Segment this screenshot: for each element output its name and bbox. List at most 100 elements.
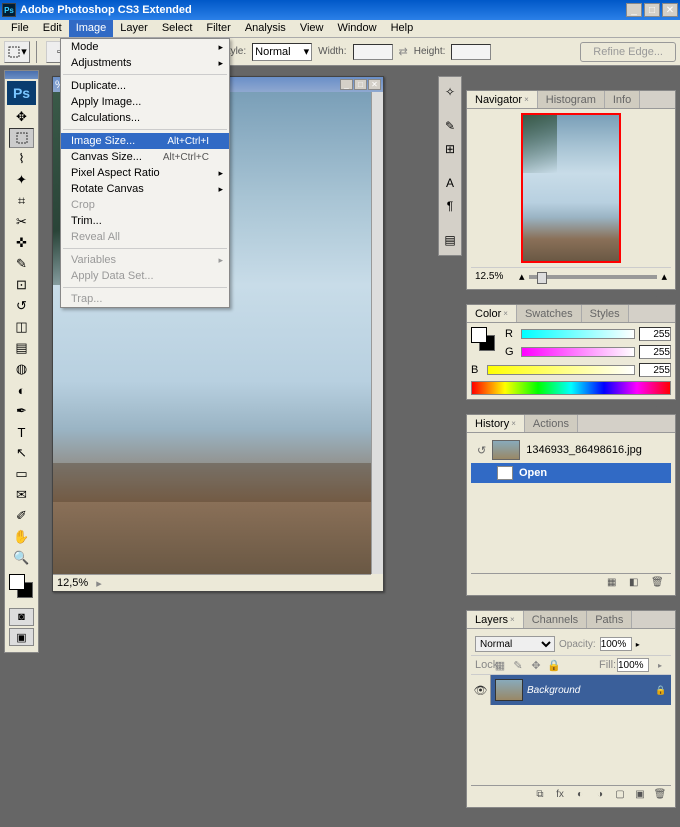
swap-wh-icon[interactable]: ⇄ — [399, 45, 408, 58]
stamp-tool[interactable]: ⊡ — [9, 275, 34, 295]
menu-rotate-canvas[interactable]: Rotate Canvas — [61, 181, 229, 197]
adjustment-layer-icon[interactable]: ◑ — [593, 789, 607, 800]
b-slider[interactable] — [487, 365, 635, 375]
menu-mode[interactable]: Mode — [61, 39, 229, 55]
lock-paint-icon[interactable]: ✎ — [511, 659, 525, 672]
menu-file[interactable]: File — [4, 20, 36, 37]
nav-zoom-value[interactable]: 12.5% — [475, 271, 515, 282]
delete-state-icon[interactable]: 🗑 — [651, 577, 665, 589]
path-tool[interactable]: ↖ — [9, 443, 34, 463]
height-input[interactable] — [451, 44, 491, 60]
b-input[interactable] — [639, 363, 671, 377]
history-state-open[interactable]: ▢ Open — [471, 463, 671, 483]
menu-analysis[interactable]: Analysis — [238, 20, 293, 37]
panel-close-icon[interactable]: × — [665, 77, 675, 87]
screenmode-toggle[interactable]: ▣ — [9, 628, 34, 646]
history-brush-tool[interactable]: ↺ — [9, 296, 34, 316]
doc-close[interactable]: ✕ — [368, 79, 381, 90]
panel-close-icon[interactable]: × — [665, 291, 675, 301]
notes-tool[interactable]: ✉ — [9, 485, 34, 505]
new-layer-icon[interactable]: ▣ — [633, 789, 647, 800]
lock-move-icon[interactable]: ✥ — [529, 659, 543, 672]
menu-duplicate[interactable]: Duplicate... — [61, 78, 229, 94]
doc-maximize[interactable]: □ — [354, 79, 367, 90]
menu-help[interactable]: Help — [384, 20, 421, 37]
tab-color[interactable]: Color× — [467, 305, 517, 322]
r-slider[interactable] — [521, 329, 635, 339]
tab-layers[interactable]: Layers× — [467, 611, 524, 628]
move-tool[interactable]: ✥ — [9, 107, 34, 127]
brush-tool[interactable]: ✎ — [9, 254, 34, 274]
menu-window[interactable]: Window — [330, 20, 383, 37]
lock-transparent-icon[interactable]: ▦ — [493, 659, 507, 672]
menu-select[interactable]: Select — [155, 20, 200, 37]
tab-actions[interactable]: Actions — [525, 415, 578, 432]
slice-tool[interactable]: ✂ — [9, 212, 34, 232]
refine-edge-button[interactable]: Refine Edge... — [580, 42, 676, 62]
marquee-tool[interactable] — [9, 128, 34, 148]
spectrum-ramp[interactable] — [471, 381, 671, 395]
zoom-display[interactable]: 12,5% — [57, 577, 88, 589]
paragraph-icon[interactable]: ¶ — [440, 196, 460, 216]
zoom-slider[interactable] — [529, 275, 658, 279]
menu-canvas-size[interactable]: Canvas Size...Alt+Ctrl+C — [61, 149, 229, 165]
layer-style-icon[interactable]: fx — [553, 789, 567, 800]
tab-navigator[interactable]: Navigator× — [467, 91, 538, 108]
tab-styles[interactable]: Styles — [582, 305, 629, 322]
menu-image[interactable]: Image — [69, 20, 114, 37]
tab-swatches[interactable]: Swatches — [517, 305, 582, 322]
width-input[interactable] — [353, 44, 393, 60]
tab-histogram[interactable]: Histogram — [538, 91, 605, 108]
close-button[interactable]: ✕ — [662, 3, 678, 17]
blend-mode-select[interactable]: Normal — [475, 636, 555, 652]
delete-layer-icon[interactable]: 🗑 — [653, 789, 667, 800]
eyedropper-tool[interactable]: ✐ — [9, 506, 34, 526]
doc-minimize[interactable]: _ — [340, 79, 353, 90]
panel-collapse-icon[interactable]: − — [653, 291, 663, 301]
new-group-icon[interactable]: ▢ — [613, 789, 627, 800]
menu-calculations[interactable]: Calculations... — [61, 110, 229, 126]
brushes-icon[interactable]: ✎ — [440, 116, 460, 136]
menu-apply-image[interactable]: Apply Image... — [61, 94, 229, 110]
heal-tool[interactable]: ✜ — [9, 233, 34, 253]
lasso-tool[interactable]: ⌇ — [9, 149, 34, 169]
vertical-scrollbar[interactable] — [371, 92, 383, 574]
history-brush-icon[interactable]: ↺ — [477, 444, 486, 457]
menu-filter[interactable]: Filter — [199, 20, 237, 37]
tab-paths[interactable]: Paths — [587, 611, 632, 628]
maximize-button[interactable]: □ — [644, 3, 660, 17]
color-swatches[interactable] — [7, 572, 37, 604]
menu-view[interactable]: View — [293, 20, 331, 37]
link-layers-icon[interactable]: ⧉ — [533, 789, 547, 800]
layer-background[interactable]: 👁 Background 🔒 — [471, 675, 671, 705]
new-doc-from-state-icon[interactable]: ▦ — [607, 577, 621, 589]
history-snapshot[interactable]: ↺ 1346933_86498616.jpg — [471, 437, 671, 463]
panel-collapse-icon[interactable]: − — [653, 77, 663, 87]
color-swatches-panel[interactable] — [471, 327, 499, 355]
menu-adjustments[interactable]: Adjustments — [61, 55, 229, 71]
menu-pixel-aspect[interactable]: Pixel Aspect Ratio — [61, 165, 229, 181]
zoom-tool[interactable]: 🔍 — [9, 548, 34, 568]
panel-collapse-icon[interactable]: − — [653, 401, 663, 411]
gradient-tool[interactable]: ▤ — [9, 338, 34, 358]
menu-edit[interactable]: Edit — [36, 20, 69, 37]
menu-layer[interactable]: Layer — [113, 20, 155, 37]
minimize-button[interactable]: _ — [626, 3, 642, 17]
dodge-tool[interactable]: ◐ — [9, 380, 34, 400]
tab-info[interactable]: Info — [605, 91, 640, 108]
tool-presets-icon[interactable]: ✧ — [440, 82, 460, 102]
panel-close-icon[interactable]: × — [665, 597, 675, 607]
marquee-tool-preset[interactable]: ▾ — [4, 41, 30, 63]
foreground-color[interactable] — [9, 574, 25, 590]
style-select[interactable]: Normal▾ — [252, 43, 312, 61]
clone-src-icon[interactable]: ⊞ — [440, 139, 460, 159]
panel-collapse-icon[interactable]: − — [653, 597, 663, 607]
hand-tool[interactable]: ✋ — [9, 527, 34, 547]
opacity-input[interactable] — [600, 637, 632, 651]
eraser-tool[interactable]: ◫ — [9, 317, 34, 337]
menu-image-size[interactable]: Image Size...Alt+Ctrl+I — [61, 133, 229, 149]
menu-trim[interactable]: Trim... — [61, 213, 229, 229]
g-input[interactable] — [639, 345, 671, 359]
layer-mask-icon[interactable]: ◐ — [573, 789, 587, 800]
wand-tool[interactable]: ✦ — [9, 170, 34, 190]
